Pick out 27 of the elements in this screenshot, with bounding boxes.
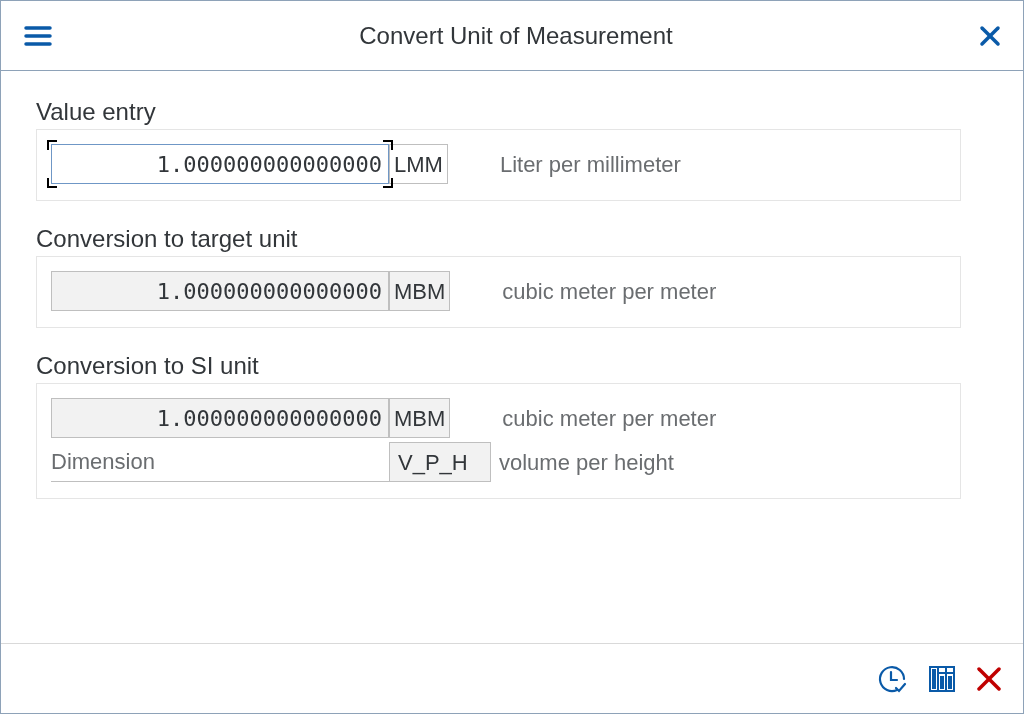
window-title: Convert Unit of Measurement [359,20,673,51]
dimension-field[interactable]: V_P_H [389,442,491,482]
cancel-button[interactable] [977,666,1001,691]
section-title: Conversion to target unit [36,224,299,254]
table-icon [929,665,955,692]
table-settings-button[interactable] [929,665,955,692]
close-icon [979,24,1001,47]
value-field[interactable]: 1.000000000000000 [51,398,389,438]
unit-description: cubic meter per meter [502,277,717,306]
section-title: Value entry [36,97,157,127]
focus-corner-mark [47,178,57,188]
menu-button[interactable] [23,23,53,48]
unit-field[interactable]: MBM [389,271,451,311]
close-button[interactable] [979,24,1001,47]
focus-corner-mark [47,140,57,150]
history-button[interactable] [877,663,907,694]
menu-icon [23,23,53,48]
clock-check-icon [877,663,907,694]
unit-description: cubic meter per meter [502,404,717,433]
section-title: Conversion to SI unit [36,351,260,381]
cancel-icon [977,666,1001,691]
unit-description: Liter per millimeter [499,150,681,179]
dimension-description: volume per height [499,448,674,477]
unit-field[interactable]: MBM [389,398,451,438]
value-field[interactable]: 1.000000000000000 [51,144,389,184]
value-field[interactable]: 1.000000000000000 [51,271,389,311]
unit-field[interactable]: LMM [389,144,448,184]
